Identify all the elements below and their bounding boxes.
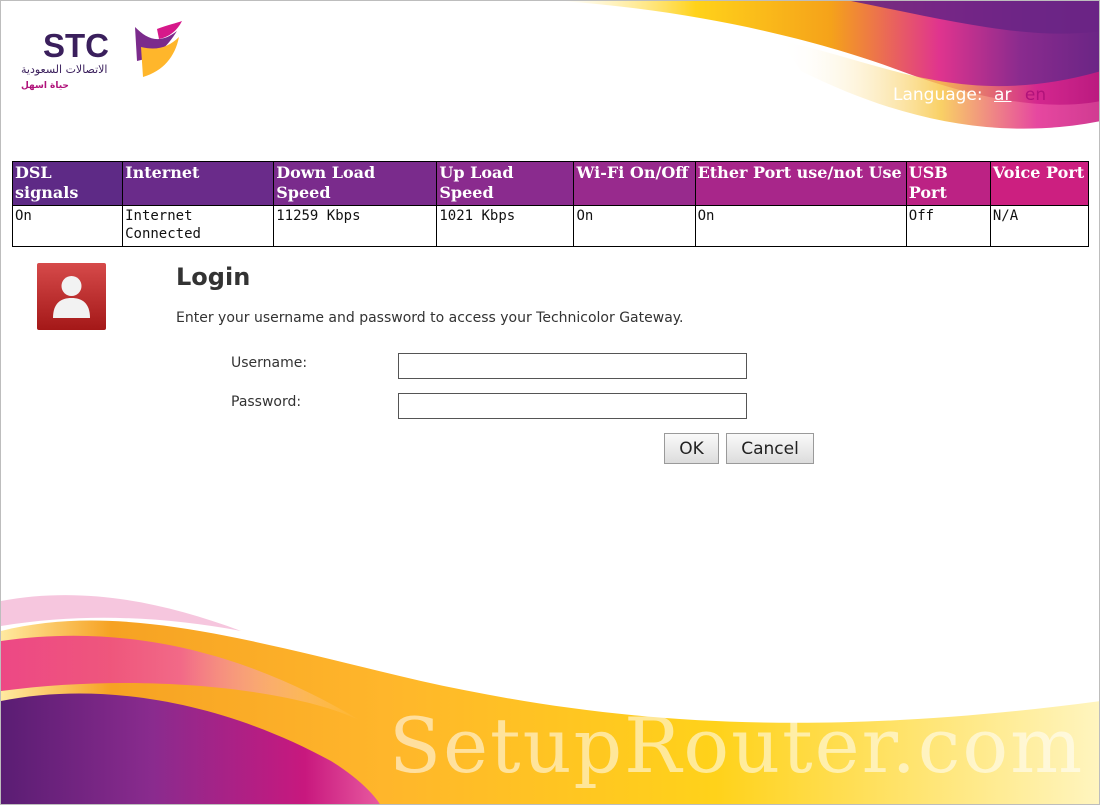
header-internet: Internet — [122, 161, 275, 206]
language-label: Language: — [893, 85, 983, 105]
password-input[interactable] — [398, 393, 747, 419]
header-voice-port: Voice Port — [989, 161, 1090, 206]
header-dsl-signals: DSL signals — [11, 161, 124, 206]
value-ether-port: On — [694, 205, 907, 247]
value-upload-speed: 1021 Kbps — [436, 205, 575, 247]
value-voice-port: N/A — [989, 205, 1090, 247]
cancel-button[interactable]: Cancel — [726, 433, 814, 464]
header-upload-speed: Up Load Speed — [436, 161, 575, 206]
page-frame: STC الاتصالات السعودية حياة اسهل Languag… — [0, 0, 1100, 805]
status-header-row: DSL signals Internet Down Load Speed Up … — [11, 161, 1090, 206]
value-internet: Internet Connected — [122, 205, 275, 247]
language-selector: Language: ar en — [893, 85, 1046, 105]
language-link-ar[interactable]: ar — [994, 85, 1011, 105]
logo-arabic-name: الاتصالات السعودية — [21, 63, 107, 76]
language-link-en[interactable]: en — [1025, 85, 1046, 105]
user-silhouette-icon — [37, 263, 106, 330]
logo-text: STC — [43, 27, 109, 64]
ok-button[interactable]: OK — [664, 433, 719, 464]
value-usb-port: Off — [905, 205, 991, 247]
stc-logo: STC الاتصالات السعودية حياة اسهل — [21, 21, 182, 91]
login-title: Login — [176, 263, 251, 291]
username-input[interactable] — [398, 353, 747, 379]
watermark-text: SetupRouter.com — [389, 701, 1085, 790]
value-download-speed: 11259 Kbps — [273, 205, 438, 247]
username-label: Username: — [231, 355, 308, 371]
login-description: Enter your username and password to acce… — [176, 310, 684, 326]
header-ether-port: Ether Port use/not Use — [694, 161, 907, 206]
logo-tagline: حياة اسهل — [21, 81, 69, 91]
status-table: DSL signals Internet Down Load Speed Up … — [11, 161, 1090, 247]
status-value-row: On Internet Connected 11259 Kbps 1021 Kb… — [11, 205, 1090, 247]
header-wifi: Wi-Fi On/Off — [573, 161, 696, 206]
value-wifi: On — [573, 205, 696, 247]
header-usb-port: USB Port — [905, 161, 991, 206]
password-label: Password: — [231, 394, 302, 410]
stc-bird-logo-icon — [135, 21, 182, 77]
value-dsl-signals: On — [11, 205, 124, 247]
header-download-speed: Down Load Speed — [273, 161, 438, 206]
